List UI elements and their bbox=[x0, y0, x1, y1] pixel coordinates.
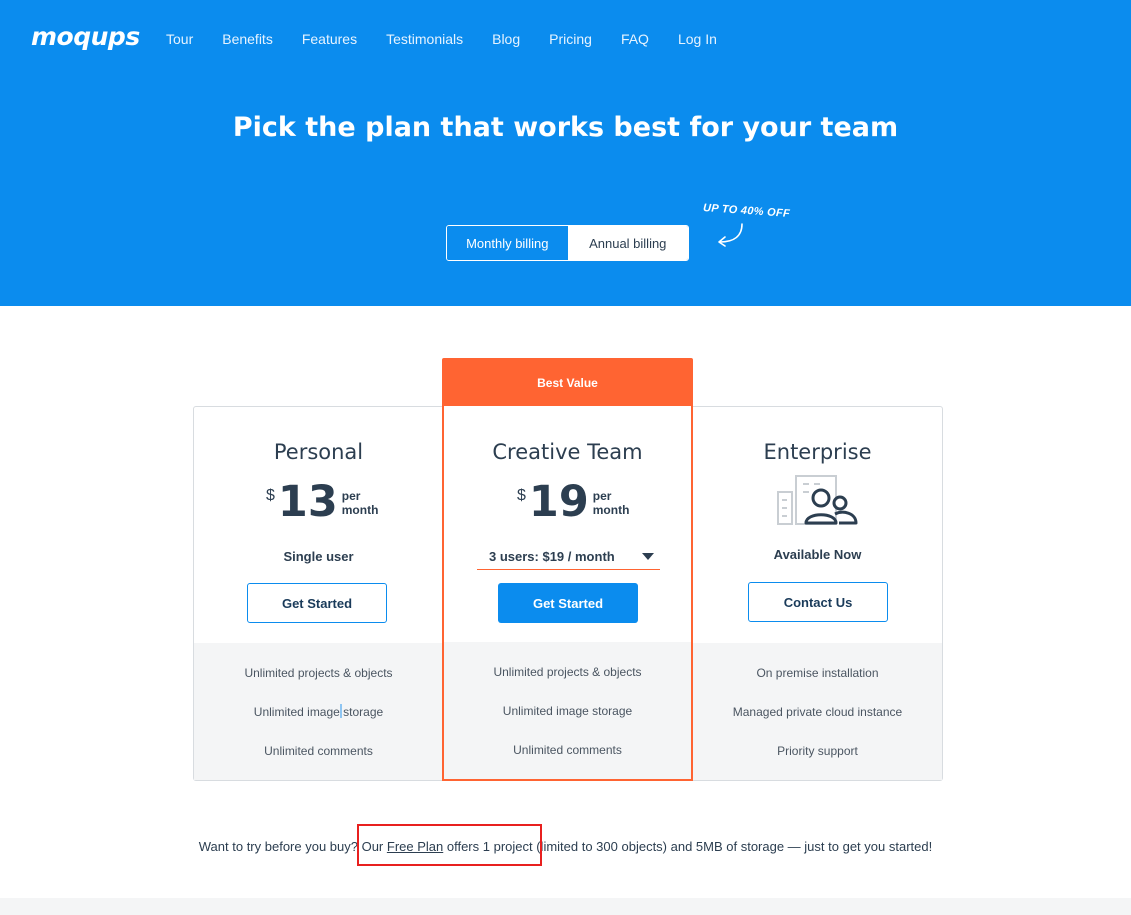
plan-name: Enterprise bbox=[763, 440, 872, 464]
best-value-badge: Best Value bbox=[442, 358, 693, 407]
nav-tour[interactable]: Tour bbox=[166, 31, 193, 47]
bottom-section bbox=[0, 898, 1131, 915]
page-title: Pick the plan that works best for your t… bbox=[232, 112, 899, 143]
team-size-value: 3 users: $19 / month bbox=[489, 549, 615, 564]
plan-creative-team: Creative Team $ 19 per month 3 users: $19… bbox=[442, 406, 693, 781]
price-amount: 13 bbox=[277, 477, 338, 527]
price-period: per month bbox=[341, 489, 379, 517]
nav-testimonials[interactable]: Testimonials bbox=[386, 31, 463, 47]
currency-symbol: $ bbox=[266, 487, 275, 504]
plan-enterprise: Enterprise Available Now Contact Us On p… bbox=[693, 407, 942, 780]
feature-item: Unlimited comments bbox=[264, 744, 373, 758]
hero-section: moqups Tour Benefits Features Testimonia… bbox=[0, 0, 1131, 306]
nav-benefits[interactable]: Benefits bbox=[222, 31, 273, 47]
feature-item: Unlimited projects & objects bbox=[493, 665, 642, 679]
curved-arrow-icon bbox=[718, 223, 743, 247]
contact-us-button[interactable]: Contact Us bbox=[748, 582, 888, 622]
team-size-select[interactable]: 3 users: $19 / month bbox=[477, 544, 660, 570]
feature-item: Priority support bbox=[777, 744, 858, 758]
plan-price: $ 19 per month bbox=[517, 481, 629, 524]
discount-promo-label: UP TO 40% OFF bbox=[702, 201, 791, 221]
plan-name: Personal bbox=[273, 440, 364, 464]
nav-faq[interactable]: FAQ bbox=[621, 31, 649, 47]
caret-down-icon bbox=[642, 553, 654, 560]
main-nav: Tour Benefits Features Testimonials Blog… bbox=[166, 31, 746, 47]
monthly-billing-option[interactable]: Monthly billing bbox=[447, 226, 568, 260]
nav-pricing[interactable]: Pricing bbox=[549, 31, 592, 47]
feature-item: Unlimited comments bbox=[513, 743, 622, 757]
personal-get-started-button[interactable]: Get Started bbox=[247, 583, 387, 623]
enterprise-building-users-icon bbox=[777, 475, 858, 525]
currency-symbol: $ bbox=[517, 487, 526, 504]
plan-price: $ 13 per month bbox=[266, 481, 378, 524]
plan-subtitle: Available Now bbox=[773, 547, 862, 562]
moqups-logo[interactable]: moqups bbox=[31, 22, 140, 51]
feature-item: Unlimited image storage bbox=[253, 705, 384, 719]
feature-item: Managed private cloud instance bbox=[732, 705, 903, 719]
nav-features[interactable]: Features bbox=[302, 31, 357, 47]
plan-subtitle: Single user bbox=[283, 549, 354, 564]
price-amount: 19 bbox=[528, 477, 589, 527]
team-get-started-button[interactable]: Get Started bbox=[498, 583, 638, 623]
nav-blog[interactable]: Blog bbox=[492, 31, 520, 47]
plan-name: Creative Team bbox=[492, 440, 643, 464]
billing-toggle: Monthly billing Annual billing bbox=[446, 225, 689, 261]
feature-item: On premise installation bbox=[756, 666, 879, 680]
nav-login[interactable]: Log In bbox=[678, 31, 717, 47]
annual-billing-option[interactable]: Annual billing bbox=[567, 226, 688, 260]
feature-item: Unlimited image storage bbox=[502, 704, 633, 718]
plan-personal: Personal $ 13 per month Single user Get S… bbox=[194, 407, 443, 780]
text-cursor bbox=[340, 704, 342, 718]
annotation-highlight-box bbox=[357, 824, 542, 866]
price-period: per month bbox=[592, 489, 630, 517]
feature-item: Unlimited projects & objects bbox=[244, 666, 393, 680]
free-plan-note: Want to try before you buy? Our Free Pla… bbox=[198, 839, 933, 854]
